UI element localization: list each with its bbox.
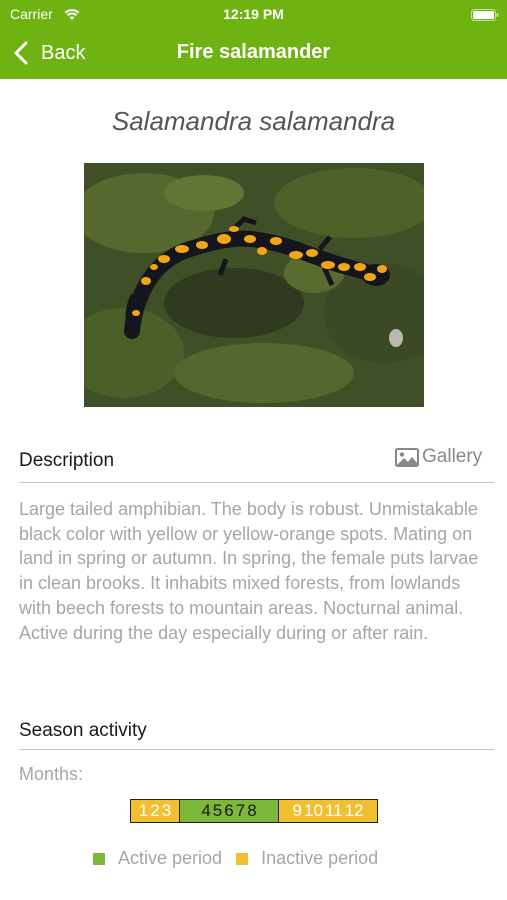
active-legend-label: Active period [118, 848, 223, 868]
image-icon [395, 447, 419, 467]
month-label: 1 [138, 801, 149, 820]
species-photo[interactable] [84, 163, 424, 407]
month-label: 6 [224, 801, 234, 820]
divider [19, 749, 494, 750]
description-heading: Description [19, 450, 115, 471]
description-text: Large tailed amphibian. The body is robu… [19, 499, 479, 643]
active-swatch [93, 852, 105, 865]
season-activity-heading: Season activity [19, 720, 147, 741]
battery-icon [471, 8, 499, 21]
inactive-legend-label: Inactive period [261, 848, 379, 868]
month-label: 5 [212, 801, 223, 820]
inactive-swatch [236, 852, 249, 865]
months-label: Months: [19, 764, 84, 784]
month-label: 12 [344, 801, 364, 820]
month-label: 9 [292, 801, 302, 820]
month-label: 3 [161, 801, 172, 820]
months-activity-bar: 1 2 3 4 5 6 7 8 9 10 11 12 [130, 799, 378, 824]
inactive-months-group: 123 [130, 799, 180, 823]
month-label: 2 [150, 801, 160, 820]
month-label: 7 [235, 801, 246, 820]
month-label: 8 [247, 801, 257, 820]
gallery-label: Gallery [422, 446, 483, 467]
month-label: 11 [324, 801, 343, 820]
active-months-group: 45678 [180, 799, 279, 823]
month-label: 10 [303, 801, 323, 820]
navigation-bar: Carrier 12:19 PM Back Fire salamander [0, 0, 507, 79]
status-time: 12:19 PM [223, 6, 284, 22]
salamander-image [84, 163, 424, 407]
page-title: Fire salamander [176, 41, 331, 63]
scientific-name: Salamandra salamandra [111, 106, 396, 136]
gallery-button[interactable]: Gallery [395, 446, 482, 468]
inactive-months-group: 9 10 11 12 [279, 799, 378, 823]
activity-legend: Active period Inactive period [93, 848, 378, 869]
month-label: 4 [201, 801, 211, 820]
status-bar: Carrier 12:19 PM [0, 0, 507, 28]
divider [19, 482, 494, 483]
